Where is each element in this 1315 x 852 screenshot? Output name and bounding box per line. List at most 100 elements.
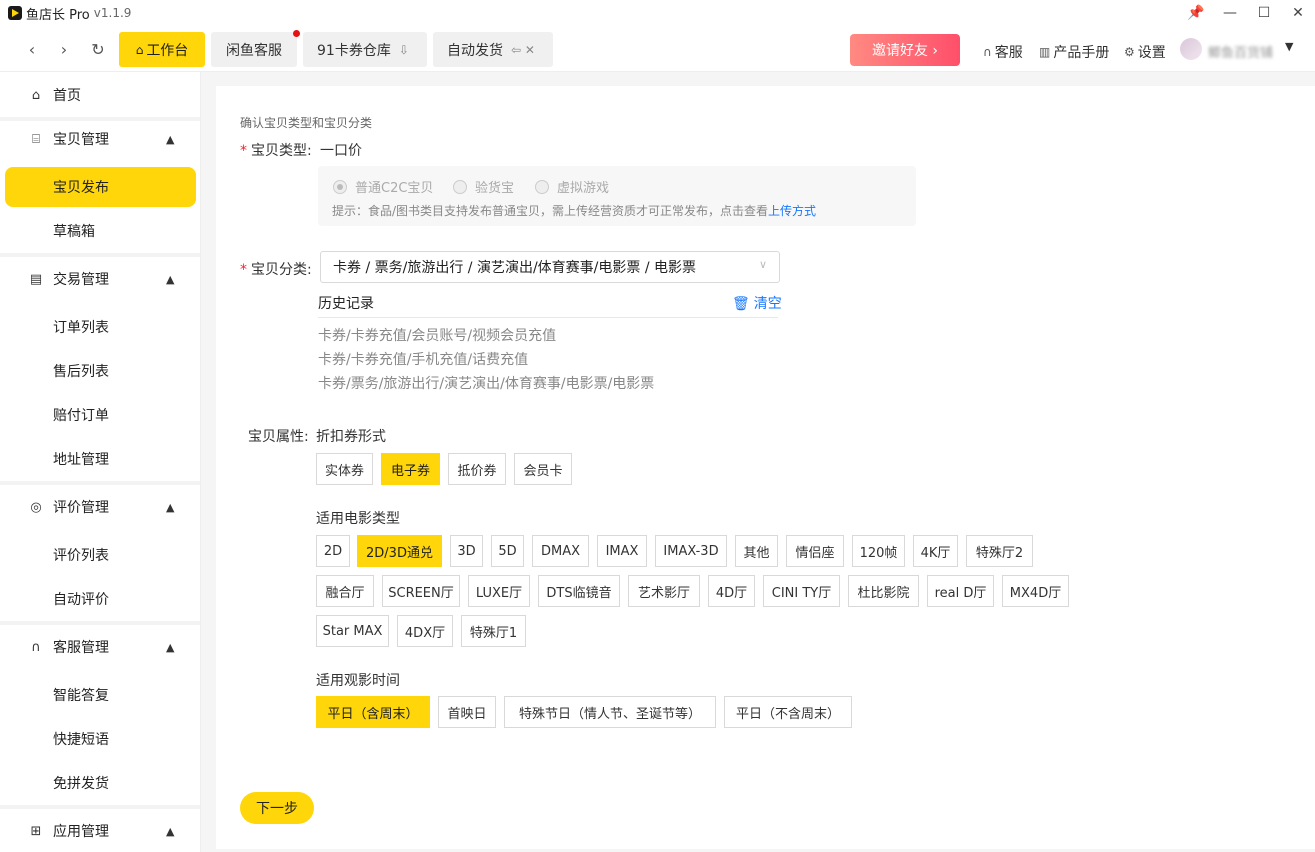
option-chip[interactable]: 特殊节日（情人节、圣诞节等）: [504, 696, 716, 728]
option-chip[interactable]: 情侣座: [786, 535, 844, 567]
option-chip-selected[interactable]: 平日（含周末）: [316, 696, 430, 728]
close-button[interactable]: ✕: [1281, 0, 1315, 26]
option-chip[interactable]: CINI TY厅: [763, 575, 840, 607]
history-clear-button[interactable]: 🗑 清空: [732, 293, 782, 313]
chevron-up-icon: ▲: [166, 640, 175, 654]
avatar[interactable]: [1180, 38, 1202, 60]
option-chip[interactable]: 平日（不含周末）: [724, 696, 852, 728]
option-chip[interactable]: 3D: [450, 535, 483, 567]
option-chip-selected[interactable]: 2D/3D通兑: [357, 535, 442, 567]
option-chip[interactable]: 2D: [316, 535, 350, 567]
sidebar-label: 地址管理: [53, 452, 109, 468]
option-chip[interactable]: 120帧: [852, 535, 905, 567]
sidebar-item-home[interactable]: ⌂ 首页: [0, 73, 200, 117]
radio-label: 普通C2C宝贝: [355, 181, 434, 196]
minimize-button[interactable]: —: [1213, 0, 1247, 26]
option-chip[interactable]: 艺术影厅: [628, 575, 700, 607]
sidebar-label: 交易管理: [53, 272, 109, 288]
customer-service-link[interactable]: ∩ 客服: [983, 42, 1023, 62]
app-title: 鱼店长 Pro: [26, 7, 90, 23]
tab-coupon-warehouse[interactable]: 91卡券仓库 ⇩: [303, 32, 427, 67]
option-chip[interactable]: IMAX-3D: [655, 535, 727, 567]
category-select[interactable]: 卡券 / 票务/旅游出行 / 演艺演出/体育赛事/电影票 / 电影票 ∨: [320, 251, 780, 283]
sidebar-group-trade[interactable]: ▤ 交易管理 ▲: [0, 257, 200, 301]
sidebar-item-auto-review[interactable]: 自动评价: [0, 577, 200, 621]
option-chip[interactable]: 首映日: [438, 696, 496, 728]
option-chip[interactable]: 杜比影院: [848, 575, 919, 607]
sidebar-item-free-delivery[interactable]: 免拼发货: [0, 761, 200, 805]
option-chip[interactable]: 抵价券: [448, 453, 506, 485]
option-chip[interactable]: 融合厅: [316, 575, 374, 607]
radio-circle: [535, 179, 549, 194]
option-chip[interactable]: DMAX: [532, 535, 589, 567]
sidebar-item-smart-reply[interactable]: 智能答复: [0, 673, 200, 717]
next-step-button[interactable]: 下一步: [240, 792, 314, 824]
clear-label: 清空: [753, 296, 782, 312]
tab-label: 91卡券仓库: [317, 42, 391, 59]
back-icon[interactable]: ‹: [22, 39, 42, 59]
option-chip[interactable]: 4K厅: [913, 535, 958, 567]
history-item[interactable]: 卡券/票务/旅游出行/演艺演出/体育赛事/电影票/电影票: [318, 373, 654, 393]
option-chip[interactable]: 实体券: [316, 453, 373, 485]
option-chip[interactable]: 4D厅: [708, 575, 755, 607]
username[interactable]: 鲫鱼百货铺: [1208, 42, 1273, 61]
refresh-icon[interactable]: ↻: [88, 39, 108, 59]
receipt-icon: ▤: [29, 271, 43, 287]
sidebar-group-products[interactable]: ⌸ 宝贝管理 ▲: [0, 117, 200, 161]
type-label-row: * 宝贝类型:: [240, 143, 312, 159]
chevron-up-icon: ▲: [166, 132, 175, 146]
option-chip-selected[interactable]: 电子券: [381, 453, 440, 485]
pin-icon[interactable]: ⇩: [399, 43, 409, 57]
option-chip[interactable]: 会员卡: [514, 453, 572, 485]
option-chip[interactable]: DTS临镜音: [538, 575, 620, 607]
forward-icon[interactable]: ›: [54, 39, 74, 59]
option-chip[interactable]: Star MAX: [316, 615, 389, 647]
product-manual-link[interactable]: ▥ 产品手册: [1039, 42, 1109, 62]
history-item[interactable]: 卡券/卡券充值/会员账号/视频会员充值: [318, 325, 556, 345]
option-chip[interactable]: 其他: [735, 535, 778, 567]
caret-down-icon[interactable]: ▼: [1285, 40, 1293, 53]
tab-label: 自动发货: [447, 42, 503, 59]
option-chip[interactable]: 5D: [491, 535, 524, 567]
sidebar-item-review-list[interactable]: 评价列表: [0, 533, 200, 577]
option-chip[interactable]: LUXE厅: [468, 575, 530, 607]
maximize-button[interactable]: ☐: [1247, 0, 1281, 26]
sidebar-item-compensation[interactable]: 赔付订单: [0, 393, 200, 437]
radio-circle: [333, 179, 347, 194]
option-chip[interactable]: MX4D厅: [1002, 575, 1069, 607]
invite-friends-button[interactable]: 邀请好友 ›: [850, 34, 960, 66]
radio-inspection[interactable]: 验货宝: [453, 177, 514, 196]
option-chip[interactable]: 4DX厅: [397, 615, 453, 647]
radio-virtual-game[interactable]: 虚拟游戏: [535, 177, 609, 196]
pin-icon[interactable]: 📌: [1179, 0, 1213, 26]
tab-auto-delivery[interactable]: 自动发货 ⇦ ✕: [433, 32, 553, 67]
settings-label: 设置: [1137, 45, 1166, 61]
home-icon: ⌂: [135, 42, 144, 57]
sidebar-group-apps[interactable]: ⊞ 应用管理 ▲: [0, 809, 200, 852]
upload-method-link[interactable]: 上传方式: [768, 204, 816, 218]
sidebar-item-address[interactable]: 地址管理: [0, 437, 200, 481]
sidebar-group-reviews[interactable]: ◎ 评价管理 ▲: [0, 485, 200, 529]
radio-c2c[interactable]: 普通C2C宝贝: [333, 177, 433, 196]
sidebar-item-drafts[interactable]: 草稿箱: [0, 209, 200, 253]
settings-link[interactable]: ⚙ 设置: [1124, 42, 1166, 62]
tab-workbench[interactable]: ⌂ 工作台: [119, 32, 205, 67]
tab-xianyu-service[interactable]: 闲鱼客服: [211, 30, 300, 67]
sidebar-group-service[interactable]: ∩ 客服管理 ▲: [0, 625, 200, 669]
sidebar-item-quick-phrases[interactable]: 快捷短语: [0, 717, 200, 761]
sidebar-item-orders[interactable]: 订单列表: [0, 305, 200, 349]
option-chip[interactable]: real D厅: [927, 575, 994, 607]
option-chip[interactable]: IMAX: [597, 535, 647, 567]
gear-icon: ⚙: [1124, 45, 1135, 59]
option-chip[interactable]: SCREEN厅: [382, 575, 460, 607]
option-chip[interactable]: 特殊厅2: [966, 535, 1033, 567]
sidebar-item-aftersale[interactable]: 售后列表: [0, 349, 200, 393]
trash-icon: 🗑: [732, 296, 750, 312]
history-item[interactable]: 卡券/卡券充值/手机充值/话费充值: [318, 349, 528, 369]
tip-text: 提示：食品/图书类目支持发布普通宝贝，需上传经营资质才可正常发布，点击查看: [332, 204, 769, 218]
sidebar-item-publish[interactable]: 宝贝发布: [0, 165, 200, 209]
tab-close-icon[interactable]: ⇦ ✕: [511, 43, 535, 57]
section-hint: 确认宝贝类型和宝贝分类: [240, 116, 373, 130]
history-title: 历史记录: [318, 296, 374, 312]
option-chip[interactable]: 特殊厅1: [461, 615, 526, 647]
